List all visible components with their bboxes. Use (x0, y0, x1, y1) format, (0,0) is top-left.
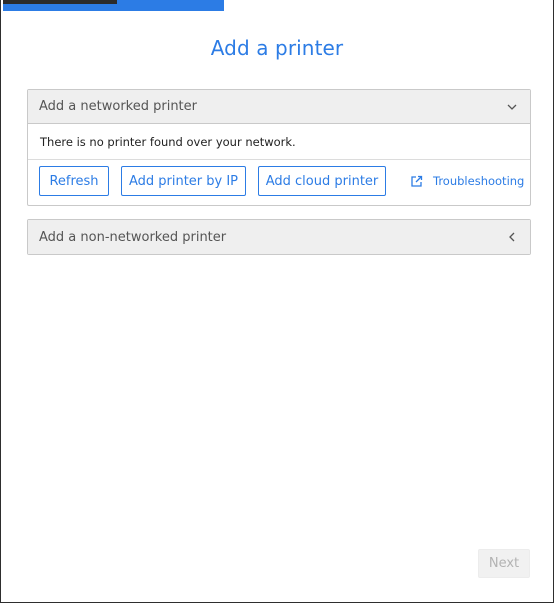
non-networked-printer-header[interactable]: Add a non-networked printer (28, 220, 530, 254)
no-printer-message: There is no printer found over your netw… (28, 124, 530, 160)
add-printer-dialog: Add a printer Add a networked printer Th… (0, 0, 554, 603)
non-networked-printer-header-label: Add a non-networked printer (39, 229, 227, 245)
add-printer-by-ip-button[interactable]: Add printer by IP (121, 166, 246, 196)
non-networked-printer-section: Add a non-networked printer (27, 219, 531, 255)
next-button[interactable]: Next (478, 549, 530, 578)
wizard-progress-bar (3, 0, 224, 11)
networked-printer-header[interactable]: Add a networked printer (28, 90, 530, 124)
chevron-left-icon (505, 230, 519, 244)
networked-actions: Refresh Add printer by IP Add cloud prin… (28, 160, 530, 204)
add-cloud-printer-button[interactable]: Add cloud printer (258, 166, 386, 196)
page-title: Add a printer (210, 36, 344, 60)
networked-printer-header-label: Add a networked printer (39, 99, 197, 114)
networked-printer-section: Add a networked printer There is no prin… (27, 89, 531, 206)
external-link-icon (410, 174, 424, 188)
refresh-button[interactable]: Refresh (39, 166, 109, 196)
troubleshooting-link[interactable]: Troubleshooting (410, 166, 524, 196)
troubleshooting-label: Troubleshooting (433, 174, 525, 188)
chevron-down-icon (505, 100, 519, 114)
